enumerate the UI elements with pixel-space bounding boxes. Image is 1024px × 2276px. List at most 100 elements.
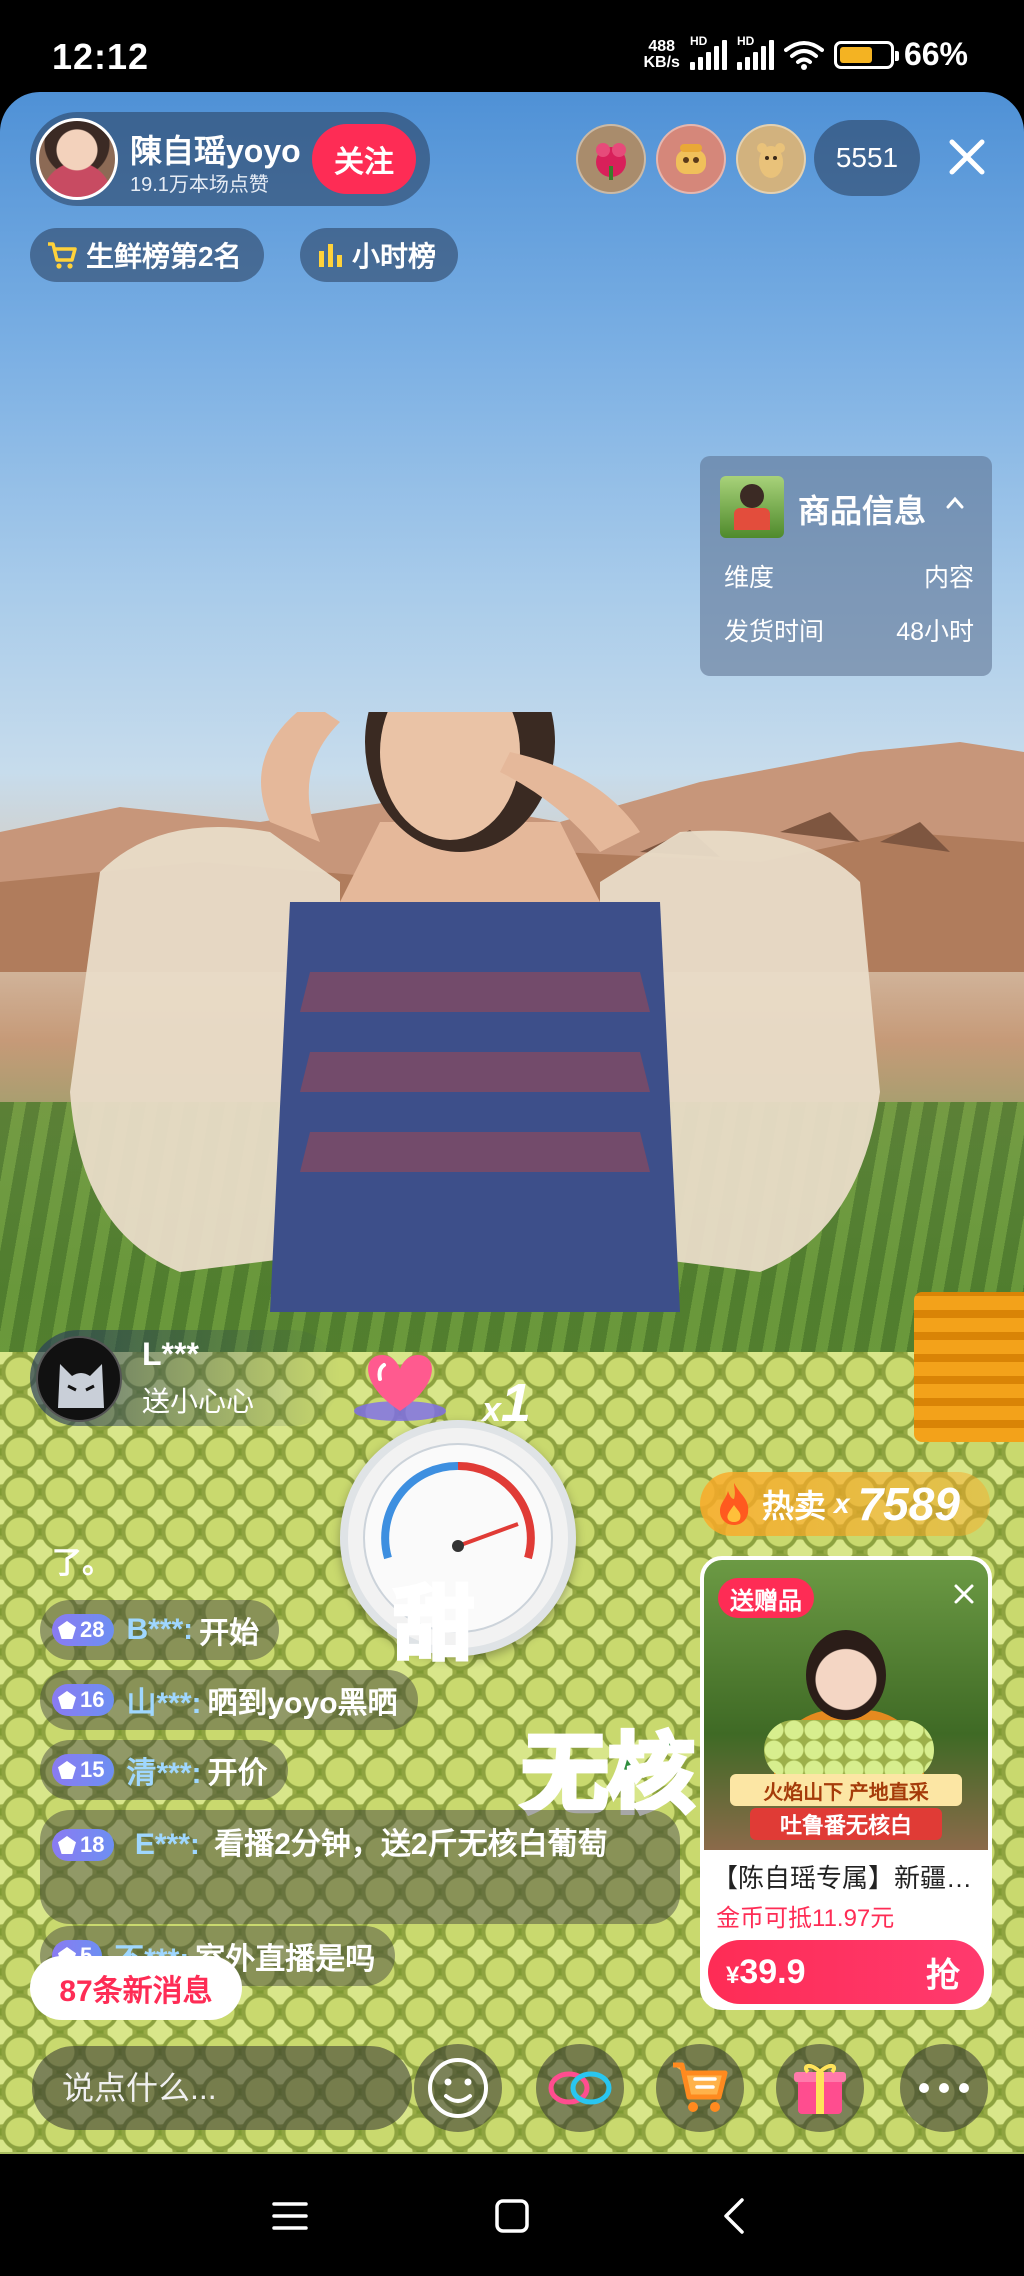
viewer-count[interactable]: 5551 bbox=[814, 120, 920, 196]
product-info-panel[interactable]: 商品信息 维度 内容 发货时间 48小时 bbox=[700, 456, 992, 676]
product-card[interactable]: 送赠品 火焰山下 产地直采 吐鲁番无核白 【陈自瑶专属】新疆吐鲁番无核白葡萄 金… bbox=[700, 1556, 992, 2010]
buy-button[interactable]: ¥39.9 抢 bbox=[708, 1940, 984, 2004]
square-home-icon bbox=[495, 2199, 529, 2233]
status-icons: 488 KB/s HD HD 66% bbox=[643, 34, 969, 73]
comment-text: 开价 bbox=[207, 1757, 268, 1790]
hot-sale-label: 热卖 bbox=[762, 1488, 827, 1524]
currency-symbol: ¥ bbox=[726, 1961, 740, 1989]
sweet-sticker: 甜 bbox=[392, 1578, 476, 1671]
level-number: 16 bbox=[80, 1687, 105, 1712]
home-nav-button[interactable] bbox=[484, 2188, 540, 2244]
level-badge: 15 bbox=[52, 1754, 115, 1786]
level-number: 28 bbox=[80, 1617, 105, 1642]
hot-sale-count: 7589 bbox=[857, 1478, 960, 1530]
hot-sale-x: x bbox=[834, 1488, 850, 1519]
clock: 12:12 bbox=[52, 36, 150, 77]
host-likes: 19.1万本场点赞 bbox=[130, 174, 269, 196]
emoji-button[interactable] bbox=[414, 2044, 502, 2132]
smiley-icon bbox=[428, 2058, 488, 2118]
gift-button[interactable] bbox=[776, 2044, 864, 2132]
status-bar: 12:12 488 KB/s HD HD 66% bbox=[0, 0, 1024, 92]
shopping-cart-icon bbox=[673, 2062, 728, 2112]
close-icon[interactable] bbox=[952, 1582, 976, 1606]
link-mic-button[interactable] bbox=[536, 2044, 624, 2132]
gift-notification: L*** 送小心心 bbox=[30, 1330, 340, 1426]
sim2-hd-label: HD bbox=[736, 33, 755, 48]
new-messages-button[interactable]: 87条新消息 bbox=[30, 1956, 242, 2020]
gift-tag: 送赠品 bbox=[718, 1578, 814, 1618]
viewer-avatar-2[interactable] bbox=[656, 124, 726, 194]
gift-user-avatar[interactable] bbox=[36, 1336, 122, 1422]
red-flower-avatar-icon bbox=[596, 143, 626, 180]
hourly-rank-label: 小时榜 bbox=[352, 241, 437, 272]
viewer-avatar-3[interactable] bbox=[736, 124, 806, 194]
comment-item[interactable]: 15 清***: 开价 bbox=[40, 1740, 288, 1800]
host-avatar[interactable] bbox=[36, 118, 118, 200]
network-speed: 488 KB/s bbox=[643, 37, 680, 71]
comment-text: 看播2分钟，送2斤无核白葡萄 bbox=[214, 1828, 608, 1861]
sim1-hd-label: HD bbox=[689, 33, 708, 48]
product-info-thumbnail bbox=[720, 476, 784, 538]
info-row-label: 发货时间 bbox=[724, 618, 825, 646]
comment-item[interactable]: 28 B***: 开始 bbox=[40, 1600, 280, 1660]
info-row-label: 维度 bbox=[724, 564, 775, 592]
fresh-rank-badge[interactable]: 生鲜榜第2名 bbox=[30, 228, 264, 282]
comment-text: 晒到yoyo黑晒 bbox=[207, 1687, 398, 1720]
price-value: 39.9 bbox=[739, 1952, 806, 1991]
cart-button[interactable] bbox=[656, 2044, 744, 2132]
hourly-rank-badge[interactable]: 小时榜 bbox=[300, 228, 459, 282]
comment-user: 清***: bbox=[126, 1757, 202, 1790]
hot-sale-badge[interactable]: 热卖 x 7589 bbox=[700, 1472, 990, 1536]
info-row-value: 48小时 bbox=[896, 618, 974, 646]
product-title[interactable]: 【陈自瑶专属】新疆吐鲁番无核白葡萄 bbox=[712, 1858, 982, 1895]
chevron-up-icon[interactable] bbox=[944, 492, 966, 514]
bread-avatar-icon bbox=[676, 144, 706, 174]
network-speed-value: 488 bbox=[648, 37, 676, 55]
heart-gift-icon bbox=[354, 1355, 446, 1421]
more-button[interactable] bbox=[900, 2044, 988, 2132]
host-info[interactable]: 陳自瑶yoyo 19.1万本场点赞 关注 bbox=[30, 112, 430, 206]
network-speed-unit: KB/s bbox=[643, 53, 680, 71]
menu-nav-button[interactable] bbox=[262, 2188, 318, 2244]
close-icon[interactable] bbox=[942, 132, 992, 182]
gift-user-name: L*** bbox=[142, 1336, 199, 1372]
system-nav-bar bbox=[0, 2154, 1024, 2276]
product-image[interactable]: 送赠品 火焰山下 产地直采 吐鲁番无核白 bbox=[704, 1560, 988, 1850]
gift-box-icon bbox=[794, 2064, 846, 2114]
gift-text: 送小心心 bbox=[142, 1386, 255, 1417]
product-image-face bbox=[806, 1630, 886, 1720]
comment-item[interactable]: 18 E***: 看播2分钟，送2斤无核白葡萄 bbox=[40, 1810, 680, 1924]
level-number: 18 bbox=[80, 1832, 105, 1857]
diamond-icon bbox=[58, 1836, 76, 1854]
info-row-value: 内容 bbox=[923, 564, 974, 592]
comment-text: 开始 bbox=[199, 1617, 260, 1650]
level-badge: 28 bbox=[52, 1614, 115, 1646]
signal-sim1-icon: HD bbox=[689, 34, 727, 70]
level-badge: 18 bbox=[52, 1829, 115, 1861]
product-coupon: 金币可抵11.97元 bbox=[716, 1905, 895, 1932]
more-dots-icon bbox=[919, 2083, 969, 2093]
gift-count-value: 1 bbox=[500, 1373, 531, 1433]
viewer-avatar-1[interactable] bbox=[576, 124, 646, 194]
comment-user: B***: bbox=[126, 1613, 194, 1646]
comment-user: 山***: bbox=[126, 1687, 202, 1720]
bar-chart-icon bbox=[319, 244, 342, 267]
comment-input[interactable] bbox=[32, 2046, 412, 2130]
info-row-shipping: 发货时间 48小时 bbox=[724, 612, 974, 648]
follow-button[interactable]: 关注 bbox=[312, 124, 416, 194]
back-nav-button[interactable] bbox=[706, 2188, 762, 2244]
hamburger-icon bbox=[272, 2202, 308, 2230]
signal-sim2-icon: HD bbox=[736, 34, 774, 70]
comment-item[interactable]: 16 山***: 晒到yoyo黑晒 bbox=[40, 1670, 418, 1730]
level-number: 15 bbox=[80, 1757, 105, 1782]
comment-user: E***: bbox=[134, 1828, 200, 1861]
diamond-icon bbox=[58, 1761, 76, 1779]
bear-avatar-icon bbox=[757, 143, 785, 178]
host-name: 陳自瑶yoyo bbox=[130, 133, 301, 169]
comment-partial: 了。 bbox=[52, 1547, 112, 1580]
product-banner-origin: 火焰山下 产地直采 bbox=[730, 1774, 962, 1806]
battery-percent: 66% bbox=[903, 36, 968, 72]
product-image-grapes bbox=[764, 1720, 934, 1780]
fresh-rank-label: 生鲜榜第2名 bbox=[86, 241, 242, 272]
level-badge: 16 bbox=[52, 1684, 115, 1716]
